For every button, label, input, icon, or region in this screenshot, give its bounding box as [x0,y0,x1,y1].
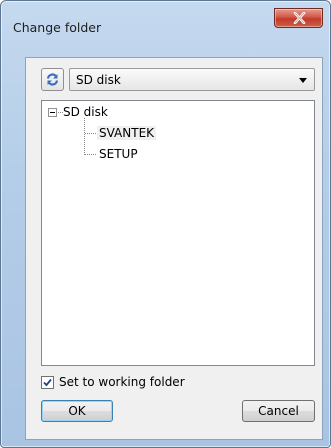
tree-connector [85,133,96,135]
close-button[interactable] [274,8,323,28]
collapse-toggle-icon[interactable] [48,108,57,117]
tree-node-root[interactable]: SD disk [63,105,108,119]
working-folder-label[interactable]: Set to working folder [59,375,185,389]
refresh-button[interactable] [41,68,64,91]
drive-select[interactable]: SD disk [69,68,315,91]
cancel-button[interactable]: Cancel [242,400,315,422]
dialog-client-area: SD disk SD disk SVANTEK SETUP Set to wor… [25,57,323,440]
ok-button[interactable]: OK [41,400,113,422]
tree-node-svantek[interactable]: SVANTEK [97,126,157,140]
folder-tree[interactable]: SD disk SVANTEK SETUP [41,100,315,366]
chevron-down-icon [299,78,307,83]
refresh-icon [46,73,59,86]
checkmark-icon [43,378,52,387]
window-title: Change folder [13,20,102,35]
tree-node-setup[interactable]: SETUP [99,147,138,161]
change-folder-dialog: Change folder SD disk SD disk SVANTEK SE… [0,0,331,448]
tree-connector [85,154,96,156]
tree-connector [84,118,86,155]
drive-select-value: SD disk [76,73,121,87]
close-icon [293,12,306,24]
working-folder-checkbox[interactable] [41,376,54,389]
